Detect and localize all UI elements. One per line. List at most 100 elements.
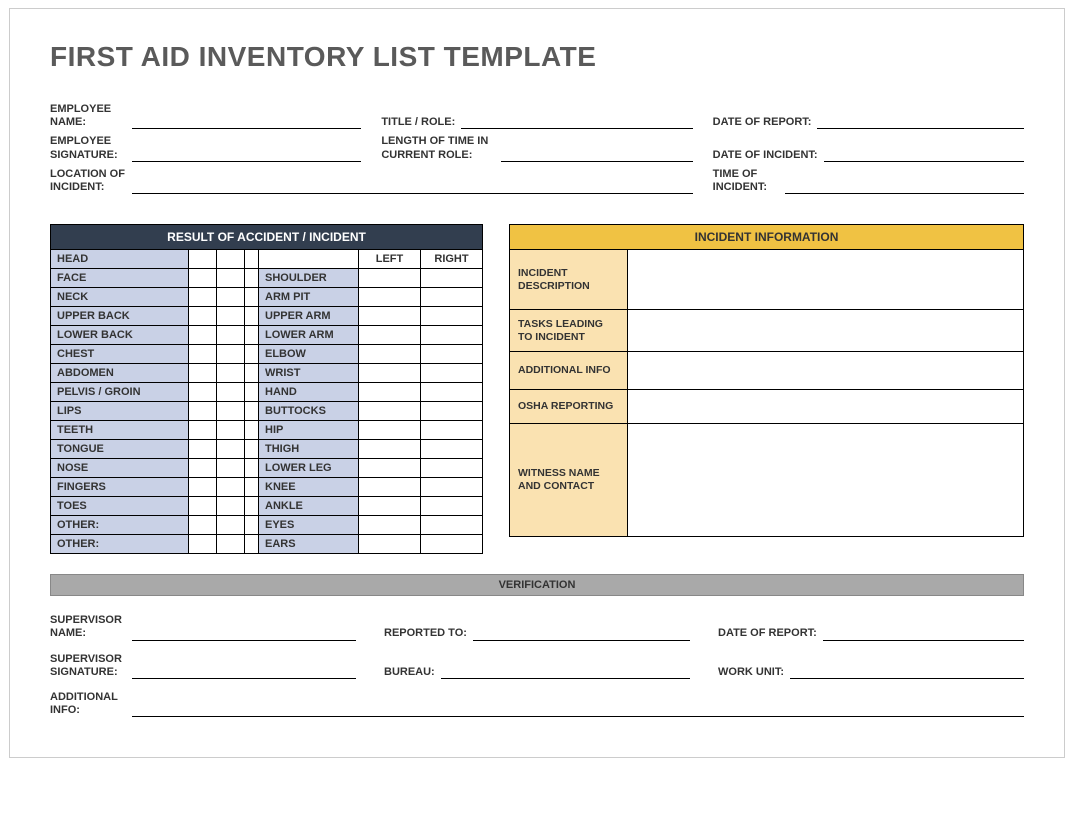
main-content: RESULT OF ACCIDENT / INCIDENT HEADFACENE… — [50, 224, 1024, 554]
checkbox-cell[interactable] — [189, 421, 217, 440]
checkbox-cell[interactable] — [421, 288, 483, 307]
checkbox-cell[interactable] — [421, 383, 483, 402]
checkbox-cell[interactable] — [359, 288, 421, 307]
table-cell: ABDOMEN — [51, 364, 189, 383]
checkbox-cell[interactable] — [359, 440, 421, 459]
checkbox-cell[interactable] — [421, 402, 483, 421]
input-employee-signature[interactable] — [132, 146, 361, 162]
checkbox-cell[interactable] — [189, 383, 217, 402]
info-label: OSHA REPORTING — [510, 390, 628, 424]
checkbox-cell[interactable] — [359, 307, 421, 326]
checkbox-cell[interactable] — [421, 516, 483, 535]
checkbox-cell[interactable] — [189, 288, 217, 307]
checkbox-cell[interactable] — [359, 345, 421, 364]
checkbox-cell[interactable] — [421, 440, 483, 459]
checkbox-cell[interactable] — [421, 535, 483, 554]
info-table: INCIDENT DESCRIPTIONTASKS LEADING TO INC… — [509, 250, 1024, 537]
checkbox-cell[interactable] — [421, 345, 483, 364]
page-title: FIRST AID INVENTORY LIST TEMPLATE — [50, 41, 1024, 73]
field-supervisor-name: SUPERVISOR NAME: — [50, 614, 356, 640]
label-footer-date-of-report: DATE OF REPORT: — [718, 627, 823, 640]
info-section: INCIDENT INFORMATION INCIDENT DESCRIPTIO… — [509, 224, 1024, 554]
checkbox-cell[interactable] — [189, 535, 217, 554]
checkbox-cell[interactable] — [189, 402, 217, 421]
checkbox-cell[interactable] — [189, 269, 217, 288]
checkbox-cell[interactable] — [421, 478, 483, 497]
checkbox-cell[interactable] — [217, 459, 245, 478]
checkbox-cell[interactable] — [421, 326, 483, 345]
input-date-of-report[interactable] — [817, 113, 1024, 129]
checkbox-cell[interactable] — [189, 459, 217, 478]
checkbox-cell[interactable] — [217, 402, 245, 421]
checkbox-cell[interactable] — [217, 345, 245, 364]
checkbox-cell[interactable] — [359, 326, 421, 345]
checkbox-cell[interactable] — [217, 383, 245, 402]
info-row: OSHA REPORTING — [510, 390, 1023, 424]
input-footer-date-of-report[interactable] — [823, 625, 1024, 641]
input-supervisor-signature[interactable] — [132, 663, 356, 679]
checkbox-cell[interactable] — [189, 364, 217, 383]
checkbox-cell[interactable] — [217, 421, 245, 440]
checkbox-cell[interactable] — [217, 440, 245, 459]
info-value[interactable] — [628, 352, 1023, 390]
checkbox-cell[interactable] — [217, 535, 245, 554]
checkbox-cell[interactable] — [359, 364, 421, 383]
checkbox-cell[interactable] — [189, 440, 217, 459]
checkbox-cell[interactable] — [217, 250, 245, 269]
input-additional-info[interactable] — [132, 701, 1024, 717]
checkbox-cell[interactable] — [189, 250, 217, 269]
input-location-of-incident[interactable] — [132, 178, 693, 194]
checkbox-cell[interactable] — [189, 326, 217, 345]
input-time-of-incident[interactable] — [785, 178, 1024, 194]
table-cell: ELBOW — [259, 345, 359, 364]
input-title-role[interactable] — [461, 113, 692, 129]
checkbox-cell[interactable] — [189, 478, 217, 497]
input-bureau[interactable] — [441, 663, 690, 679]
checkbox-cell[interactable] — [217, 269, 245, 288]
checkbox-cell[interactable] — [217, 478, 245, 497]
input-work-unit[interactable] — [790, 663, 1024, 679]
checkbox-cell[interactable] — [359, 497, 421, 516]
checkbox-cell[interactable] — [359, 383, 421, 402]
info-value[interactable] — [628, 390, 1023, 424]
checkbox-cell[interactable] — [359, 459, 421, 478]
table-cell: TOES — [51, 497, 189, 516]
input-date-of-incident[interactable] — [824, 146, 1024, 162]
info-value[interactable] — [628, 250, 1023, 310]
checkbox-cell[interactable] — [359, 269, 421, 288]
table-cell — [245, 307, 259, 326]
checkbox-cell[interactable] — [421, 421, 483, 440]
input-reported-to[interactable] — [473, 625, 690, 641]
input-supervisor-name[interactable] — [132, 625, 356, 641]
checkbox-cell[interactable] — [359, 402, 421, 421]
checkbox-cell[interactable] — [189, 345, 217, 364]
field-title-role: TITLE / ROLE: — [381, 103, 692, 129]
checkbox-cell[interactable] — [217, 497, 245, 516]
field-employee-signature: EMPLOYEE SIGNATURE: — [50, 135, 361, 161]
checkbox-cell[interactable] — [421, 497, 483, 516]
checkbox-cell[interactable] — [189, 516, 217, 535]
input-employee-name[interactable] — [132, 113, 361, 129]
checkbox-cell[interactable] — [189, 497, 217, 516]
checkbox-cell[interactable] — [359, 516, 421, 535]
table-cell — [245, 250, 259, 269]
input-length-role[interactable] — [501, 146, 692, 162]
checkbox-cell[interactable] — [359, 535, 421, 554]
info-value[interactable] — [628, 310, 1023, 352]
checkbox-cell[interactable] — [421, 459, 483, 478]
info-value[interactable] — [628, 424, 1023, 536]
checkbox-cell[interactable] — [217, 288, 245, 307]
checkbox-cell[interactable] — [421, 269, 483, 288]
checkbox-cell[interactable] — [217, 326, 245, 345]
info-row: INCIDENT DESCRIPTION — [510, 250, 1023, 310]
checkbox-cell[interactable] — [359, 478, 421, 497]
footer-section: SUPERVISOR NAME: REPORTED TO: DATE OF RE… — [50, 614, 1024, 717]
checkbox-cell[interactable] — [189, 307, 217, 326]
checkbox-cell[interactable] — [421, 364, 483, 383]
checkbox-cell[interactable] — [421, 307, 483, 326]
checkbox-cell[interactable] — [217, 307, 245, 326]
checkbox-cell[interactable] — [217, 364, 245, 383]
checkbox-cell[interactable] — [217, 516, 245, 535]
checkbox-cell[interactable] — [359, 421, 421, 440]
table-cell — [245, 364, 259, 383]
